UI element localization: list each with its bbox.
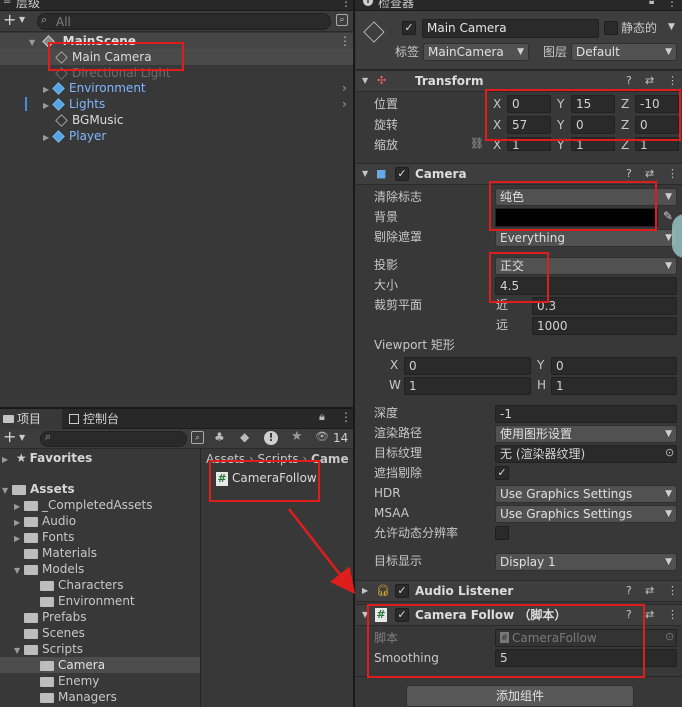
annotation-arrow: [288, 508, 356, 594]
